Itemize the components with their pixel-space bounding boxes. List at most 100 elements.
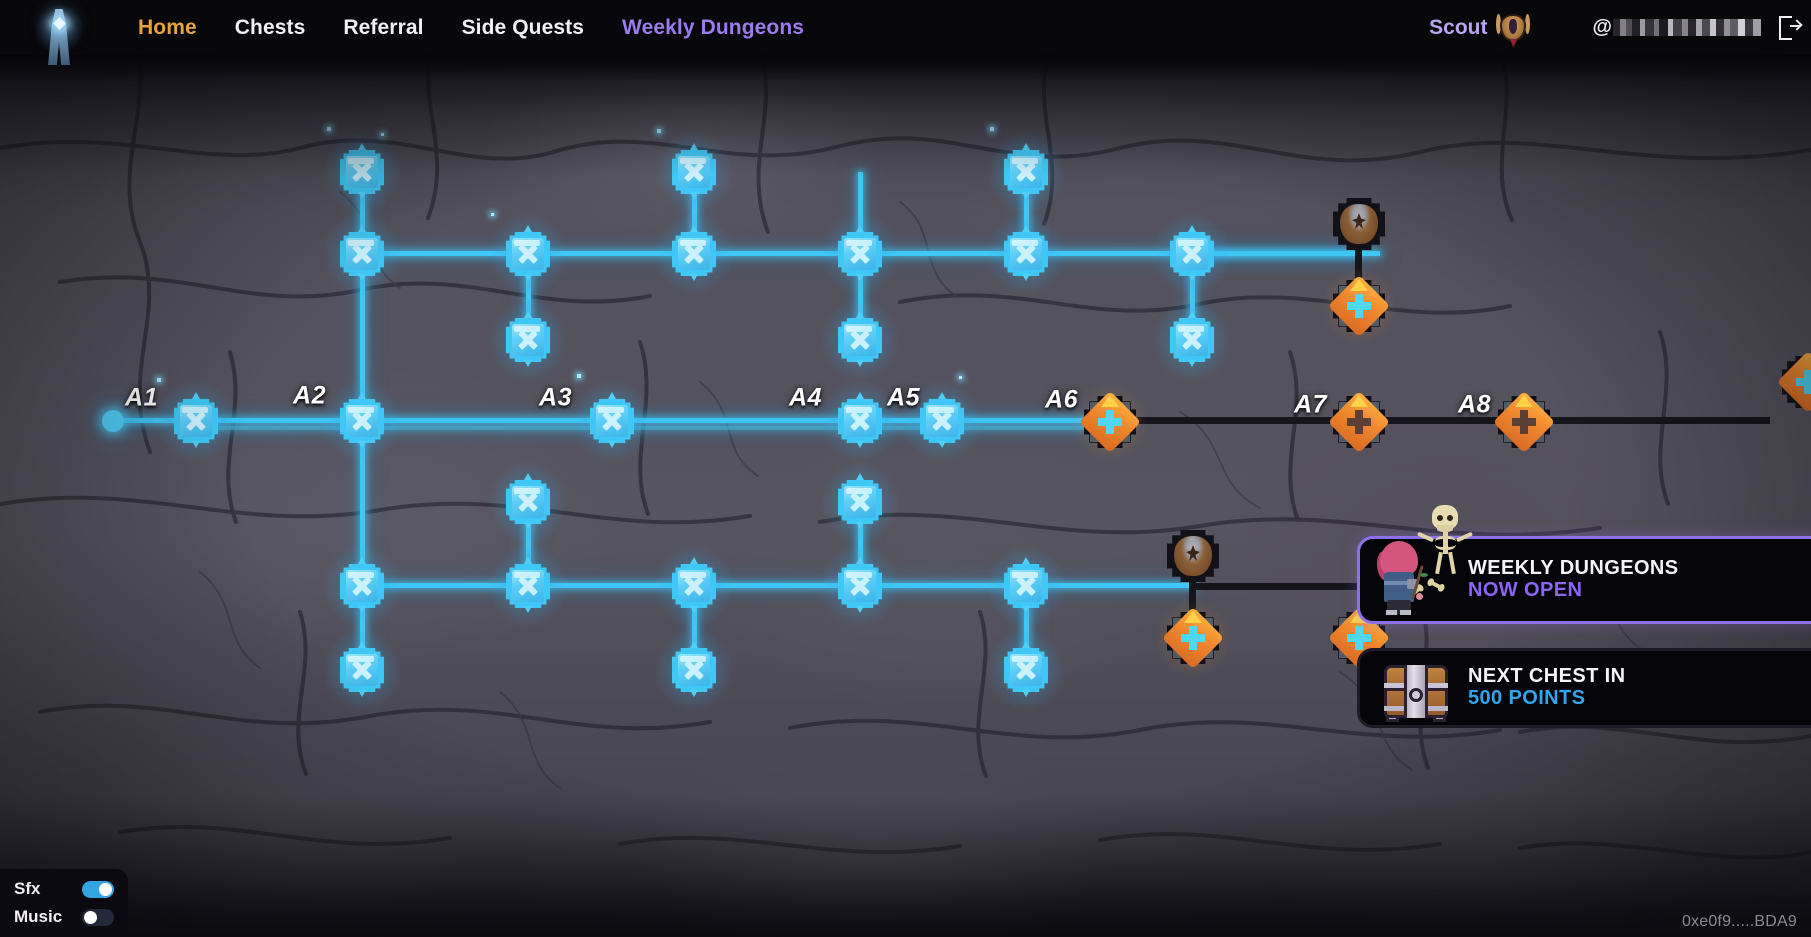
node-x-icon [1016,660,1036,680]
gate-node-a6[interactable] [1070,382,1150,462]
hero-boot-right [1400,610,1411,615]
toast-dungeons-text: WEEKLY DUNGEONS NOW OPEN [1468,558,1678,601]
node-x-icon [186,411,206,431]
rank-shield-tail [1509,38,1518,48]
node-x-icon [684,244,704,264]
toast-dungeons-art [1360,505,1474,621]
wallet-username[interactable]: @ [1592,16,1761,39]
node-pip-bottom [192,441,200,448]
map-start-node[interactable] [102,410,124,432]
dungeon-node-active[interactable] [821,213,899,295]
node-x-icon [518,576,538,596]
node-x-icon [518,492,538,512]
edge-main-spine-secondary [200,426,1112,430]
dungeon-node-a2[interactable] [323,380,401,462]
toast-chest-text: NEXT CHEST IN 500 POINTS [1468,666,1625,709]
dungeon-node-a5[interactable] [903,376,981,462]
exit-door-icon[interactable] [1779,15,1801,40]
node-x-icon [850,244,870,264]
node-pip-bottom [856,360,864,367]
node-pip-bottom [938,441,946,448]
dungeon-node-active[interactable] [1153,213,1231,295]
dungeon-node-active[interactable] [987,127,1065,213]
nav-item-referral[interactable]: Referral [343,16,423,40]
node-pip-bottom [524,360,532,367]
dungeon-node-a1[interactable] [157,378,235,462]
dungeon-node-active[interactable] [323,213,401,295]
dungeon-node-active[interactable] [323,629,401,711]
toast-dungeons-title: WEEKLY DUNGEONS [1468,557,1679,580]
hero-hair [1380,541,1418,575]
node-x-icon [1182,244,1202,264]
gate-cross-icon [1512,410,1536,434]
node-label-a1: A1 [125,383,158,412]
gate-node-a7[interactable] [1327,390,1391,454]
dungeon-node-active[interactable] [655,545,733,627]
chest-lock-icon [1409,688,1423,702]
gate-node-open[interactable] [1319,266,1399,346]
gate-cross-icon [1796,370,1811,394]
node-pip-top [1022,143,1030,150]
dungeon-node-active[interactable] [655,213,733,295]
skeleton-leg-right [1448,551,1456,575]
nav-item-chests[interactable]: Chests [235,16,306,40]
node-x-icon [850,492,870,512]
dungeon-node-active[interactable] [489,545,567,627]
dungeon-node-a4[interactable] [821,380,899,462]
header-user-cluster: Scout @ [1429,0,1801,55]
gate-cross-icon [1347,294,1371,318]
node-x-icon [602,411,622,431]
node-sparkle [577,374,581,378]
node-label-a3: A3 [539,383,572,412]
nav-item-side-quests[interactable]: Side Quests [462,16,584,40]
edge-to-top-right-gate [1190,251,1380,256]
dungeon-node-active[interactable] [987,629,1065,711]
sfx-toggle-knob [99,882,112,896]
toast-weekly-dungeons[interactable]: WEEKLY DUNGEONS NOW OPEN [1357,505,1811,624]
dungeon-node-active[interactable] [821,299,899,381]
music-toggle[interactable] [82,908,114,926]
wallet-username-redacted [1613,19,1761,36]
nav-item-home[interactable]: Home [138,16,197,40]
gate-cross-icon [1347,626,1371,650]
toast-chest-points: 500 POINTS [1468,687,1586,709]
node-pip-top [524,225,532,232]
dungeon-node-active[interactable] [987,545,1065,627]
dungeon-node-active[interactable] [821,545,899,627]
toast-next-chest[interactable]: NEXT CHEST IN 500 POINTS [1357,648,1811,728]
dungeon-node-active[interactable] [987,213,1065,295]
node-pip-top [690,557,698,564]
edge-lower-row [360,583,1195,588]
gate-cross-icon [1347,410,1371,434]
node-x-icon [518,244,538,264]
dungeon-node-active[interactable] [655,629,733,711]
node-pip-bottom [1188,360,1196,367]
sfx-row: Sfx [14,879,114,899]
dungeon-node-active[interactable] [489,213,567,295]
node-pip-bottom [524,606,532,613]
gate-node-a8[interactable] [1492,390,1556,454]
dungeon-node-graph[interactable]: A1 A2 A3 A4 A5 A6 A7 A8 [0,52,1811,937]
dungeon-node-active[interactable] [489,299,567,381]
node-x-icon [352,411,372,431]
node-x-icon [1016,576,1036,596]
gate-node-open[interactable] [1153,598,1233,678]
dungeon-node-active[interactable] [323,545,401,627]
dungeon-node-active[interactable] [821,461,899,543]
gate-cross-icon [1098,410,1122,434]
dungeon-node-active[interactable] [655,129,733,213]
chest-node-locked[interactable] [1167,530,1219,582]
dungeon-node-active[interactable] [323,127,401,213]
tower-logo-icon[interactable] [33,0,85,69]
dungeon-node-a3[interactable] [573,374,651,462]
node-x-icon [1016,244,1036,264]
chest-node-locked[interactable] [1333,198,1385,250]
nav-item-weekly-dungeons[interactable]: Weekly Dungeons [622,16,804,40]
node-pip-top [1188,225,1196,232]
gate-node-offscreen[interactable] [1776,350,1811,414]
dungeon-map[interactable]: A1 A2 A3 A4 A5 A6 A7 A8 [0,52,1811,937]
sfx-label: Sfx [14,879,41,898]
sfx-toggle[interactable] [82,880,114,898]
dungeon-node-active[interactable] [1153,299,1231,381]
dungeon-node-active[interactable] [489,461,567,543]
